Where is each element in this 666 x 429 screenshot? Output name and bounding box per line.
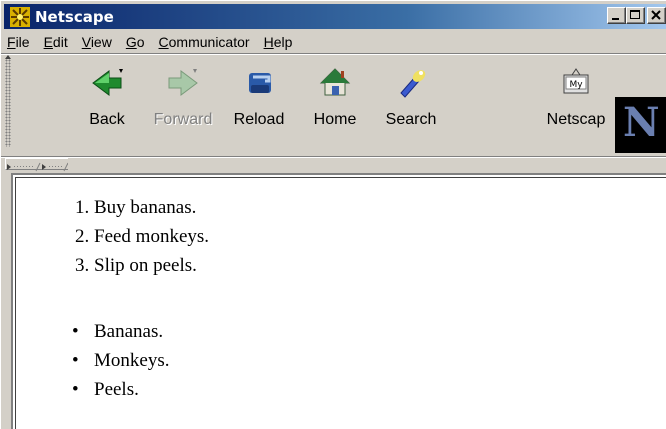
window-title: Netscape	[35, 7, 114, 26]
reload-label: Reload	[233, 111, 285, 128]
collapsed-toolbar-tab-1[interactable]	[5, 158, 69, 172]
back-arrow-icon	[89, 65, 125, 101]
menu-file[interactable]: File	[7, 33, 30, 51]
list-item: Slip on peels.	[94, 251, 209, 280]
forward-label: Forward	[153, 111, 213, 128]
list-item: Feed monkeys.	[94, 222, 209, 251]
minimize-button[interactable]	[607, 7, 626, 24]
search-button[interactable]: Search	[373, 55, 449, 155]
reload-button[interactable]: Reload	[221, 55, 297, 155]
bullet: •	[72, 350, 79, 371]
menu-view[interactable]: View	[82, 33, 112, 51]
window-controls	[607, 7, 666, 24]
toolbar-grip[interactable]	[5, 59, 11, 147]
list-item-text: Peels.	[94, 379, 139, 400]
forward-button[interactable]: Forward	[145, 55, 221, 155]
ordered-list: Buy bananas. Feed monkeys. Slip on peels…	[48, 193, 209, 280]
back-label: Back	[89, 111, 125, 128]
menu-edit[interactable]: Edit	[44, 33, 68, 51]
list-item: • Bananas.	[72, 317, 169, 346]
maximize-button[interactable]	[626, 7, 645, 24]
netscape-app-icon	[10, 6, 30, 27]
netscape-label: Netscap	[546, 111, 606, 128]
home-button[interactable]: Home	[297, 55, 373, 155]
page-content[interactable]: Buy bananas. Feed monkeys. Slip on peels…	[11, 173, 666, 429]
close-button[interactable]	[647, 7, 666, 24]
my-netscape-icon: My	[558, 65, 594, 101]
reload-icon	[241, 65, 277, 101]
menu-go[interactable]: Go	[126, 33, 145, 51]
bullet: •	[72, 321, 79, 342]
home-icon	[317, 65, 353, 101]
back-button[interactable]: Back	[69, 55, 145, 155]
bullet: •	[72, 379, 79, 400]
menu-bar: File Edit View Go Communicator Help	[1, 31, 666, 53]
unordered-list: • Bananas. • Monkeys. • Peels.	[48, 317, 169, 404]
collapsed-toolbar-strip	[1, 158, 666, 172]
list-item: • Monkeys.	[72, 346, 170, 375]
my-netscape-button[interactable]: My Netscap	[541, 55, 611, 155]
svg-text:My: My	[569, 80, 583, 90]
list-item-text: Monkeys.	[94, 350, 170, 371]
search-flashlight-icon	[393, 65, 429, 101]
menu-help[interactable]: Help	[264, 33, 293, 51]
netscape-n-logo[interactable]: N	[615, 97, 666, 153]
title-bar[interactable]: Netscape	[4, 4, 666, 29]
list-item: Buy bananas.	[94, 193, 209, 222]
logo-letter: N	[623, 99, 660, 146]
list-item: • Peels.	[72, 375, 169, 404]
list-item-text: Bananas.	[94, 321, 164, 342]
menu-communicator[interactable]: Communicator	[159, 33, 250, 51]
forward-arrow-icon	[165, 65, 201, 101]
home-label: Home	[313, 111, 357, 128]
navigation-toolbar: Back Forward Reload Home Search My Netsc…	[1, 55, 666, 155]
search-label: Search	[385, 111, 437, 128]
browser-window: Netscape File Edit View Go Communicator …	[0, 0, 666, 429]
